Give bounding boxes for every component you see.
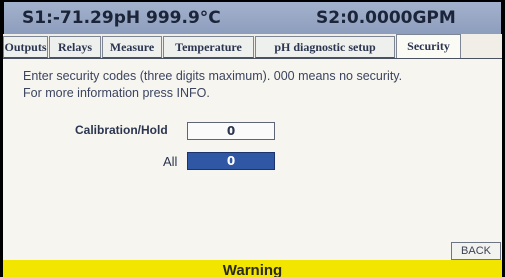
instructions-line-2: For more information press INFO. (23, 86, 210, 100)
security-panel: Enter security codes (three digits maxim… (3, 58, 502, 260)
all-code-field[interactable]: 0 (187, 152, 275, 170)
instructions-line-1: Enter security codes (three digits maxim… (23, 69, 403, 83)
measurement-header: S1:-71.29pH 999.9°C S2:0.0000GPM (4, 2, 501, 34)
tab-outputs[interactable]: Outputs (3, 36, 48, 58)
warning-text: Warning (222, 262, 283, 277)
tab-temperature[interactable]: Temperature (163, 36, 254, 58)
tab-ph-diagnostic-setup[interactable]: pH diagnostic setup (255, 36, 395, 58)
instructions-text: Enter security codes (three digits maxim… (23, 68, 493, 102)
sensor1-reading: S1:-71.29pH 999.9°C (22, 8, 221, 28)
back-button[interactable]: BACK (451, 242, 501, 260)
all-label: All (163, 154, 178, 169)
warning-status-bar[interactable]: Warning (3, 260, 502, 277)
tab-measure[interactable]: Measure (102, 36, 162, 58)
sensor2-reading: S2:0.0000GPM (316, 8, 456, 28)
tab-relays[interactable]: Relays (49, 36, 101, 58)
tab-bar: Outputs Relays Measure Temperature pH di… (3, 34, 502, 58)
calibration-hold-label: Calibration/Hold (75, 123, 168, 137)
device-screen: S1:-71.29pH 999.9°C S2:0.0000GPM Outputs… (0, 0, 505, 277)
tab-security[interactable]: Security (396, 34, 461, 58)
calibration-hold-code-field[interactable]: 0 (187, 122, 275, 140)
